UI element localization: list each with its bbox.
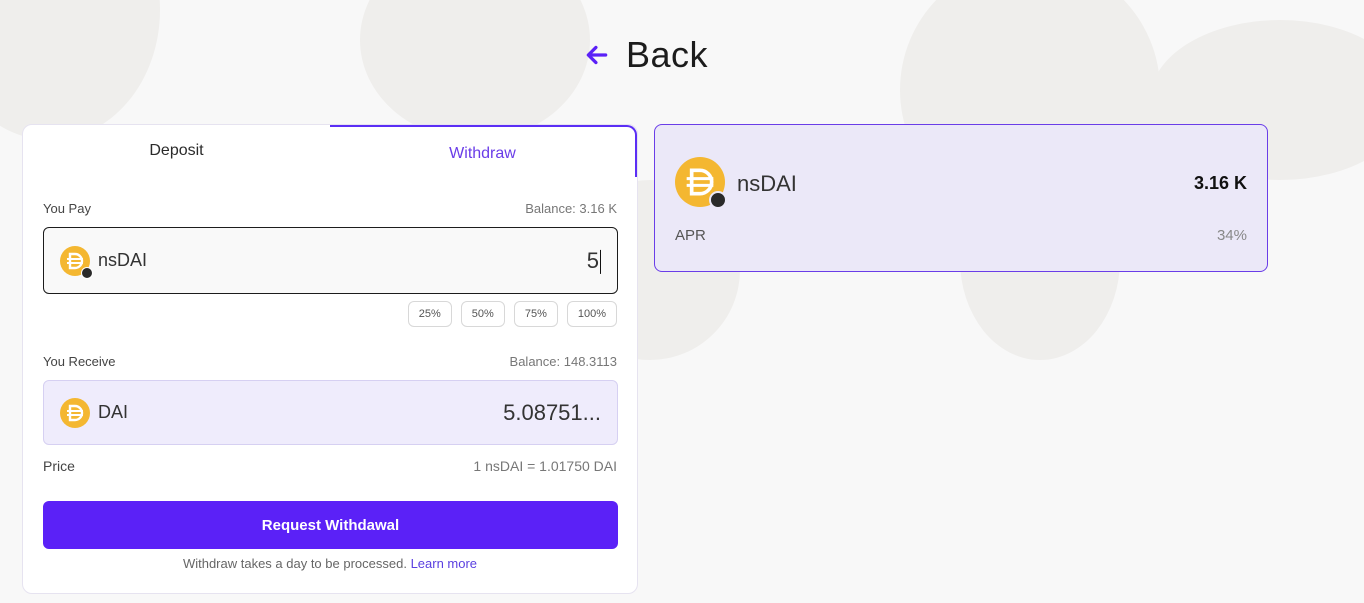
receive-amount: 5.08751... bbox=[503, 399, 601, 425]
request-withdrawal-button[interactable]: Request Withdawal bbox=[43, 501, 618, 549]
pct-50-button[interactable]: 50% bbox=[460, 301, 505, 327]
tab-deposit[interactable]: Deposit bbox=[23, 125, 330, 177]
sprout-badge-icon bbox=[709, 191, 727, 209]
pct-100-button[interactable]: 100% bbox=[566, 301, 617, 327]
pay-amount-field[interactable]: nsDAI 5 bbox=[43, 227, 618, 294]
pct-25-button[interactable]: 25% bbox=[407, 301, 452, 327]
sprout-badge-icon bbox=[81, 266, 93, 279]
apr-label: APR bbox=[675, 227, 706, 244]
swap-card: Deposit Withdraw You Pay Balance: 3.16 K… bbox=[22, 124, 638, 594]
tab-bar: Deposit Withdraw bbox=[23, 125, 637, 177]
learn-more-link[interactable]: Learn more bbox=[411, 556, 477, 571]
info-token-symbol: nsDAI bbox=[737, 171, 797, 196]
pay-token[interactable]: nsDAI bbox=[60, 245, 148, 279]
price-value: 1 nsDAI = 1.01750 DAI bbox=[473, 458, 617, 474]
you-receive-label: You Receive bbox=[43, 354, 116, 369]
arrow-left-icon bbox=[586, 45, 608, 65]
nsdai-large-coin-icon bbox=[675, 157, 727, 209]
back-label: Back bbox=[626, 34, 709, 75]
pct-75-button[interactable]: 75% bbox=[513, 301, 558, 327]
tab-withdraw[interactable]: Withdraw bbox=[330, 125, 637, 177]
back-button[interactable]: Back bbox=[584, 34, 708, 76]
pay-balance: Balance: 3.16 K bbox=[525, 201, 617, 216]
info-token-balance: 3.16 K bbox=[1193, 173, 1247, 193]
receive-token-name: DAI bbox=[98, 402, 129, 422]
pay-amount-input[interactable]: 5 bbox=[587, 247, 601, 274]
withdraw-note-text: Withdraw takes a day to be processed. bbox=[182, 556, 411, 571]
percent-buttons: 25% 50% 75% 100% bbox=[407, 301, 617, 327]
receive-token: DAI bbox=[60, 397, 129, 428]
nsdai-coin-icon bbox=[60, 245, 93, 279]
receive-balance: Balance: 148.3113 bbox=[509, 354, 617, 369]
receive-amount-field: DAI 5.08751... bbox=[43, 380, 618, 445]
dai-coin-icon bbox=[60, 397, 90, 428]
pay-token-name: nsDAI bbox=[98, 250, 148, 270]
token-info-card[interactable]: nsDAI 3.16 K APR 34% bbox=[654, 124, 1268, 272]
you-pay-label: You Pay bbox=[43, 201, 91, 216]
apr-value: 34% bbox=[1216, 227, 1247, 244]
withdraw-note: Withdraw takes a day to be processed. Le… bbox=[23, 556, 637, 571]
price-label: Price bbox=[43, 458, 75, 474]
